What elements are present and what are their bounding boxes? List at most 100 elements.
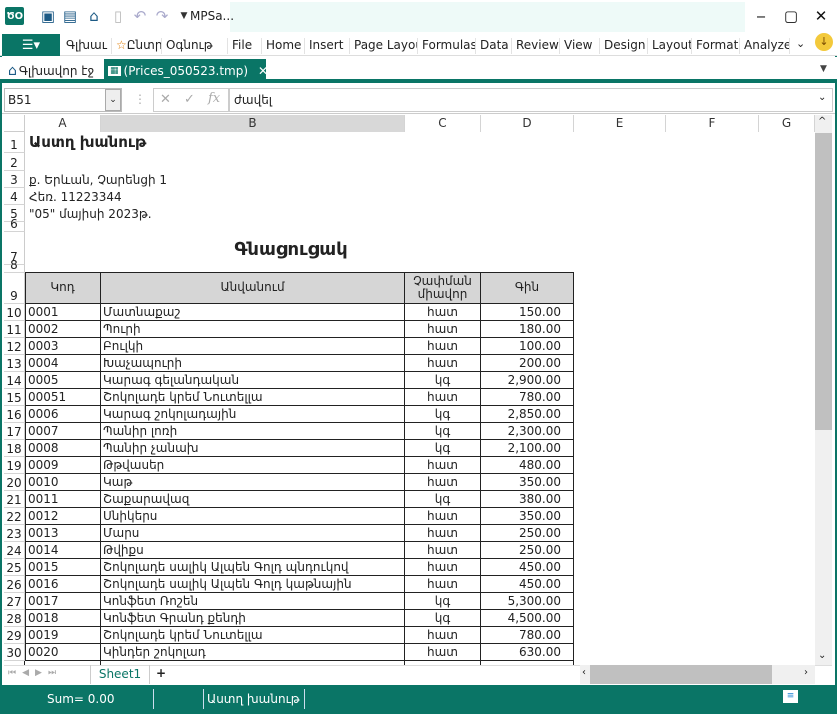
table-cell[interactable]: 2,850.00	[481, 406, 574, 423]
table-cell[interactable]: 450.00	[481, 576, 574, 593]
row-header[interactable]: 12	[4, 338, 25, 355]
row-header[interactable]: 19	[4, 457, 25, 474]
table-cell[interactable]: հատ	[405, 508, 481, 525]
save-icon[interactable]: ▯	[108, 6, 128, 26]
ribbon-tab[interactable]: File	[228, 38, 262, 54]
row-header[interactable]: 23	[4, 525, 25, 542]
table-cell[interactable]: 350.00	[481, 474, 574, 491]
table-cell[interactable]: Կաթ	[101, 474, 405, 491]
table-cell[interactable]: հատ	[405, 644, 481, 661]
table-cell[interactable]: Կարագ գելանդական	[101, 372, 405, 389]
table-cell[interactable]: 5,300.00	[481, 593, 574, 610]
table-cell[interactable]: 0018	[25, 610, 101, 627]
row-header[interactable]: 30	[4, 644, 25, 661]
table-cell[interactable]: հատ	[405, 304, 481, 321]
table-cell[interactable]: 0020	[25, 644, 101, 661]
confirm-icon[interactable]: ✓	[184, 92, 195, 107]
table-cell[interactable]: հատ	[405, 457, 481, 474]
cancel-icon[interactable]: ✕	[160, 92, 171, 107]
table-cell[interactable]: Մատնաքաշ	[101, 304, 405, 321]
tab-prices[interactable]: ▦ (Prices_050523.tmp) ✕	[104, 59, 268, 82]
table-cell[interactable]: 630.00	[481, 644, 574, 661]
ribbon-tab[interactable]: Design	[600, 38, 648, 54]
table-cell[interactable]: Մարս	[101, 525, 405, 542]
table-cell[interactable]: 480.00	[481, 457, 574, 474]
row-header[interactable]: 16	[4, 406, 25, 423]
table-cell[interactable]: Շոկոլադե կրեմ Նուտելլա	[101, 627, 405, 644]
close-document-icon[interactable]: ▣	[38, 6, 58, 26]
table-cell[interactable]: 780.00	[481, 389, 574, 406]
ribbon-tab[interactable]: Insert	[305, 38, 350, 54]
table-cell[interactable]: 0003	[25, 338, 101, 355]
minimize-button[interactable]: ‒	[746, 4, 776, 28]
table-cell[interactable]: Բուլկի	[101, 338, 405, 355]
row-header[interactable]: 8	[4, 258, 25, 273]
ribbon-tab[interactable]: Home	[262, 38, 305, 54]
formula-input[interactable]: ժավել	[229, 88, 833, 112]
table-cell[interactable]: 0010	[25, 474, 101, 491]
horizontal-scroll-thumb[interactable]	[590, 665, 772, 684]
table-cell[interactable]: կգ	[405, 406, 481, 423]
sheet-tab-sheet1[interactable]: Sheet1	[90, 665, 150, 684]
table-cell[interactable]: հատ	[405, 525, 481, 542]
table-cell[interactable]: 2,100.00	[481, 440, 574, 457]
scroll-left-icon[interactable]: ‹	[582, 667, 586, 678]
tabs-dropdown-icon[interactable]: ▼	[820, 64, 827, 74]
table-cell[interactable]: 0017	[25, 593, 101, 610]
row-header[interactable]: 9	[4, 273, 25, 304]
add-sheet-button[interactable]: +	[156, 666, 166, 680]
table-cell[interactable]: 200.00	[481, 355, 574, 372]
name-box-dropdown-icon[interactable]: ⌄	[105, 89, 121, 111]
table-cell[interactable]: Կինդեր շոկոլադ	[101, 644, 405, 661]
sheet-nav-icons[interactable]: ⏮◀▶⏭	[8, 668, 62, 678]
table-cell[interactable]: կգ	[405, 610, 481, 627]
scroll-right-icon[interactable]: ›	[804, 667, 808, 678]
column-header[interactable]: E	[574, 115, 666, 132]
row-header[interactable]: 25	[4, 559, 25, 576]
close-button[interactable]: ✕	[806, 4, 836, 28]
table-cell[interactable]: 0009	[25, 457, 101, 474]
row-header-corner[interactable]	[4, 115, 25, 132]
table-cell[interactable]: կգ	[405, 440, 481, 457]
ribbon-expand-icon[interactable]: ⌄	[796, 37, 805, 50]
table-cell[interactable]: 780.00	[481, 627, 574, 644]
table-cell[interactable]: 0019	[25, 627, 101, 644]
table-cell[interactable]: Կոնֆետ Գրանդ քենդի	[101, 610, 405, 627]
column-header[interactable]: F	[666, 115, 759, 132]
ribbon-tab[interactable]: Formulas	[418, 38, 476, 54]
row-header[interactable]: 28	[4, 610, 25, 627]
row-header[interactable]: 18	[4, 440, 25, 457]
table-cell[interactable]: հատ	[405, 559, 481, 576]
table-cell[interactable]: Կարագ շոկոլադային	[101, 406, 405, 423]
vertical-scroll-thumb[interactable]	[815, 133, 832, 430]
table-cell[interactable]: 350.00	[481, 508, 574, 525]
row-header[interactable]: 17	[4, 423, 25, 440]
table-cell[interactable]: կգ	[405, 423, 481, 440]
table-cell[interactable]: Պուրի	[101, 321, 405, 338]
table-cell[interactable]: հատ	[405, 627, 481, 644]
ribbon-tab[interactable]: Data	[476, 38, 512, 54]
row-header[interactable]: 20	[4, 474, 25, 491]
table-cell[interactable]: Շաքարավազ	[101, 491, 405, 508]
undo-icon[interactable]: ↶	[130, 6, 150, 26]
formula-expand-icon[interactable]: ⌄	[818, 92, 826, 103]
table-cell[interactable]: Խաչապուրի	[101, 355, 405, 372]
scroll-up-icon[interactable]: ^	[818, 116, 826, 127]
table-cell[interactable]: 0015	[25, 559, 101, 576]
table-cell[interactable]: 0016	[25, 576, 101, 593]
ribbon-tab[interactable]: View	[560, 38, 600, 54]
row-header[interactable]: 4	[4, 188, 25, 205]
export-icon[interactable]: ▤	[60, 6, 80, 26]
close-tab-icon[interactable]: ✕	[258, 64, 268, 78]
ribbon-tab[interactable]: Format	[692, 38, 740, 54]
table-cell[interactable]: 2,900.00	[481, 372, 574, 389]
table-cell[interactable]: Պանիր չանախ	[101, 440, 405, 457]
row-header[interactable]: 26	[4, 576, 25, 593]
table-cell[interactable]: Շոկոլադե կրեմ Նուտելլա	[101, 389, 405, 406]
column-header[interactable]: D	[481, 115, 574, 132]
table-cell[interactable]: 2,300.00	[481, 423, 574, 440]
file-menu-button[interactable]: ☰▾	[2, 34, 60, 56]
table-cell[interactable]: կգ	[405, 491, 481, 508]
table-cell[interactable]: 380.00	[481, 491, 574, 508]
ribbon-tab[interactable]: Review	[512, 38, 560, 54]
